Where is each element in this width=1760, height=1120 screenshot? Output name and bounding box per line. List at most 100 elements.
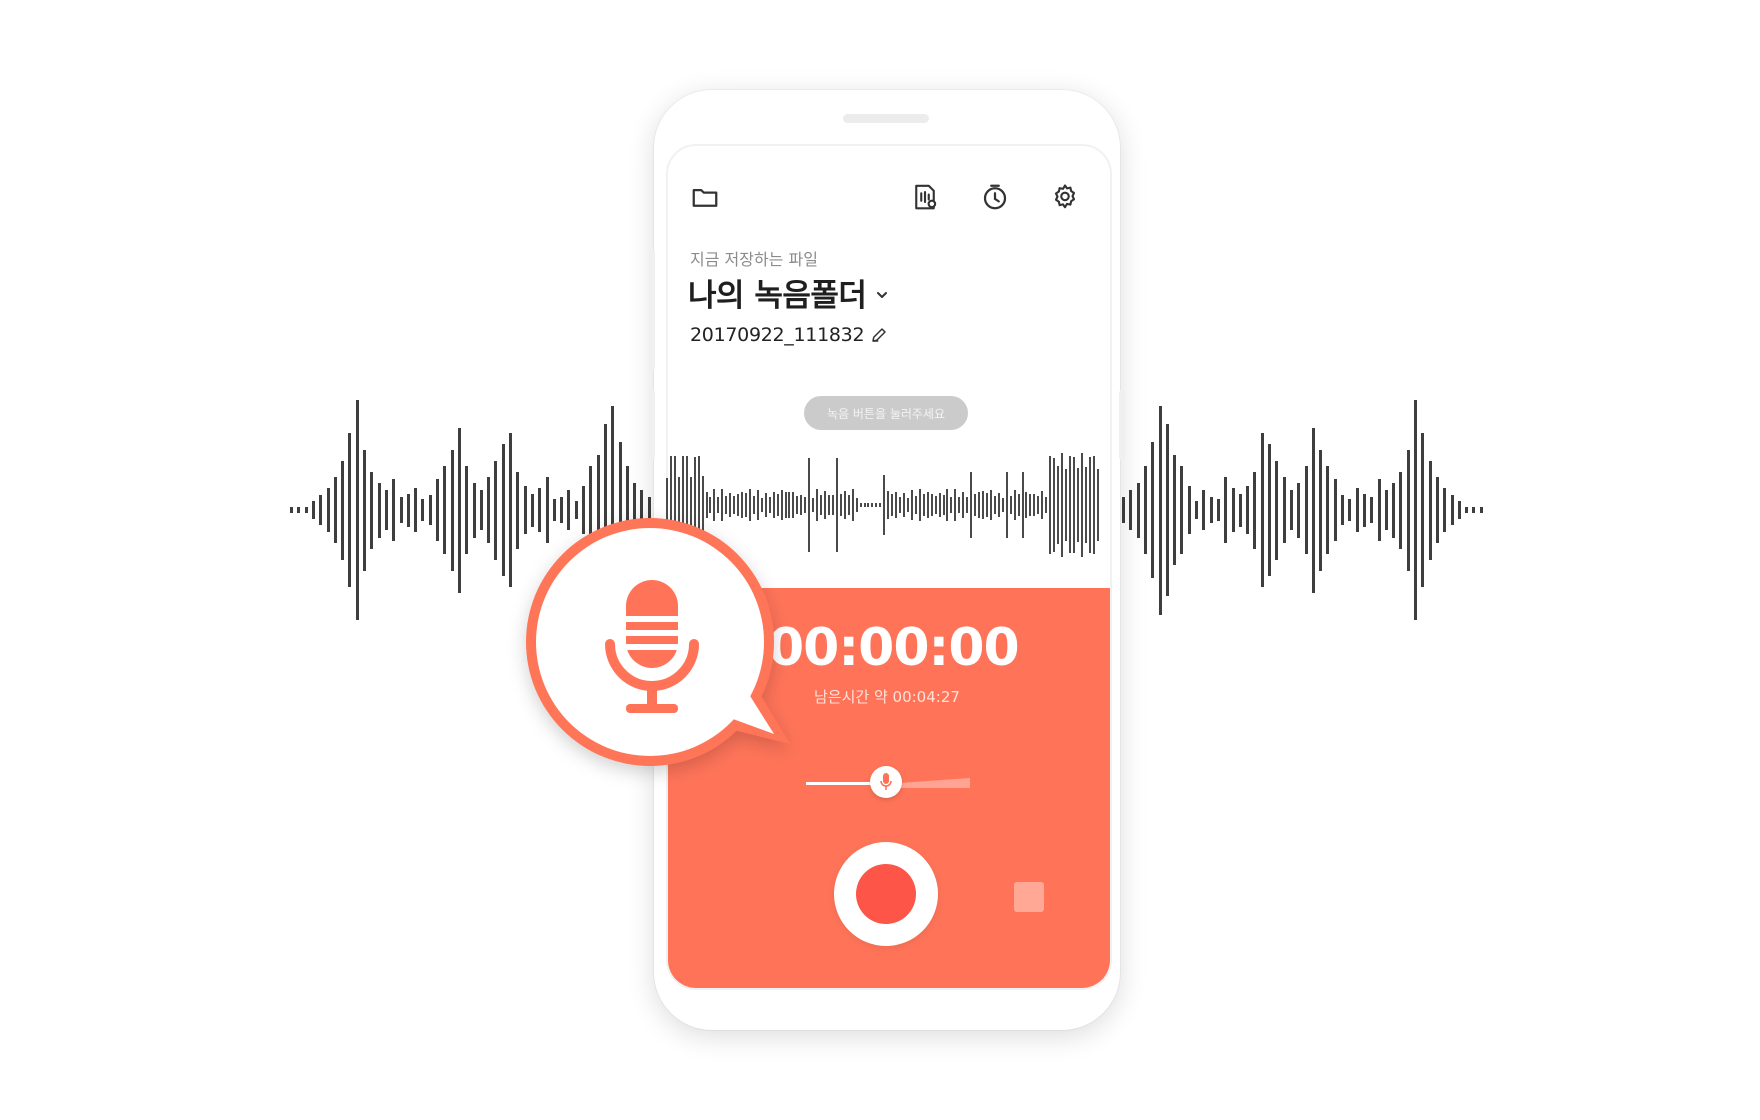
waveform-bar — [1253, 471, 1257, 549]
waveform-bar — [958, 497, 961, 513]
mic-sensitivity-slider[interactable] — [806, 766, 970, 798]
waveform-bar — [839, 494, 842, 516]
folder-icon[interactable] — [690, 182, 720, 212]
waveform-bar — [867, 502, 870, 508]
waveform-bar — [414, 488, 418, 532]
waveform-bar — [1013, 489, 1016, 521]
waveform-bar — [384, 490, 388, 530]
waveform-bar — [1289, 490, 1293, 530]
record-dot — [856, 864, 916, 924]
waveform-bar — [355, 400, 359, 620]
waveform-bar — [859, 502, 862, 508]
waveform-bar — [479, 490, 483, 530]
waveform-right — [1122, 400, 1483, 620]
waveform-bar — [304, 506, 308, 514]
waveform-bar — [887, 490, 890, 520]
waveform-bar — [392, 479, 396, 541]
waveform-bar — [847, 495, 850, 515]
waveform-bar — [1151, 441, 1155, 579]
waveform-bar — [421, 499, 425, 521]
waveform-bar — [891, 494, 894, 516]
waveform-bar — [319, 494, 323, 526]
file-name: 20170922_111832 — [690, 324, 865, 346]
waveform-bar — [290, 506, 293, 514]
waveform-bar — [946, 489, 949, 521]
waveform-bar — [1304, 466, 1308, 554]
waveform-bar — [843, 490, 846, 520]
chevron-down-icon — [877, 291, 888, 298]
waveform-bar — [800, 494, 803, 516]
waveform-bar — [1443, 488, 1447, 532]
waveform-bar — [974, 493, 977, 516]
waveform-bar — [934, 495, 937, 515]
waveform-bar — [820, 495, 823, 515]
waveform-bar — [871, 502, 874, 508]
waveform-bar — [399, 496, 403, 524]
waveform-bar — [1068, 456, 1071, 554]
waveform-bar — [1428, 460, 1432, 560]
waveform-bar — [1202, 490, 1206, 530]
save-caption: 지금 저장하는 파일 — [690, 250, 818, 269]
waveform-bar — [918, 489, 921, 521]
stop-button[interactable] — [1014, 882, 1044, 912]
waveform-bar — [717, 497, 720, 513]
elapsed-timer: 00:00:00 — [768, 618, 1020, 678]
waveform-bar — [1311, 427, 1315, 593]
waveform-bar — [1057, 466, 1060, 544]
waveform-bar — [824, 490, 826, 520]
waveform-bar — [1173, 455, 1177, 565]
waveform-bar — [954, 488, 957, 522]
waveform-bar — [709, 497, 712, 513]
waveform-bar — [1122, 496, 1125, 524]
phone-speaker — [843, 114, 929, 123]
waveform-bar — [1319, 449, 1323, 571]
timer-icon[interactable] — [980, 182, 1010, 212]
waveform-bar — [1001, 498, 1004, 512]
waveform-bar — [1392, 482, 1396, 538]
microphone-icon — [880, 773, 892, 790]
waveform-bar — [1479, 506, 1483, 514]
waveform-bar — [1061, 452, 1063, 558]
waveform-bar — [487, 477, 491, 543]
waveform-bar — [1209, 496, 1213, 524]
waveform-bar — [1384, 490, 1388, 530]
speech-recognition-icon[interactable] — [910, 182, 940, 212]
waveform-bar — [1465, 506, 1469, 514]
waveform-bar — [1080, 452, 1083, 558]
record-button[interactable] — [834, 842, 938, 946]
waveform-bar — [311, 501, 315, 519]
remaining-time: 남은시간 약 00:04:27 — [814, 688, 960, 706]
waveform-bar — [914, 495, 917, 515]
waveform-bar — [1231, 488, 1235, 532]
waveform-bar — [926, 492, 929, 518]
waveform-bar — [1457, 501, 1461, 519]
waveform-bar — [1029, 494, 1032, 516]
slider-thumb[interactable] — [870, 766, 902, 798]
waveform-bar — [966, 496, 969, 514]
waveform-bar — [1268, 444, 1271, 576]
waveform-bar — [851, 488, 854, 522]
waveform-bar — [516, 471, 520, 549]
file-name-row[interactable]: 20170922_111832 — [690, 324, 888, 346]
waveform-bar — [863, 502, 866, 508]
waveform-bar — [910, 489, 913, 521]
waveform-bar — [443, 466, 447, 554]
gear-icon[interactable] — [1050, 182, 1080, 212]
waveform-bar — [1158, 405, 1162, 615]
folder-selector[interactable]: 나의 녹음폴더 — [688, 270, 890, 315]
waveform-bar — [501, 444, 505, 576]
phone-side-button — [649, 250, 655, 370]
waveform-bar — [1246, 485, 1250, 535]
waveform-bar — [760, 498, 763, 512]
waveform-bar — [804, 497, 807, 513]
waveform-bar — [970, 472, 973, 538]
waveform-bar — [895, 491, 898, 519]
waveform-bar — [985, 493, 988, 517]
pencil-icon[interactable] — [870, 326, 888, 344]
waveform-bar — [1297, 482, 1301, 538]
waveform-bar — [1187, 485, 1191, 535]
waveform-bar — [1348, 499, 1352, 521]
waveform-bar — [1064, 469, 1067, 541]
waveform-bar — [1282, 477, 1286, 543]
waveform-bar — [1216, 499, 1220, 521]
